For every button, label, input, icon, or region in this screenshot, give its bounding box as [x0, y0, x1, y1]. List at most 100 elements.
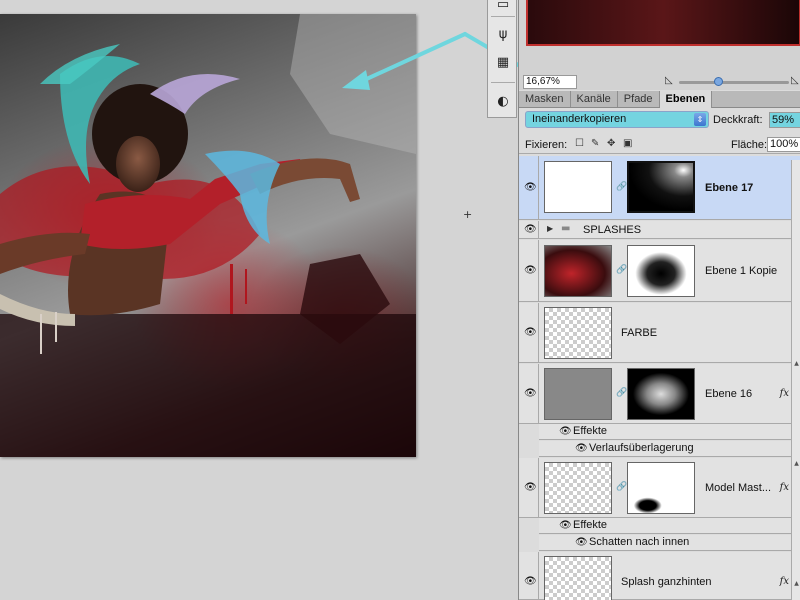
- tab-masken[interactable]: Masken: [519, 91, 571, 107]
- blend-mode-value: Ineinanderkopieren: [532, 113, 627, 125]
- eye-icon[interactable]: 👁: [524, 576, 537, 587]
- layer-group-splashes[interactable]: 👁 ▶ ▬ SPLASHES: [519, 221, 800, 239]
- eye-icon[interactable]: 👁: [575, 443, 588, 454]
- layer-thumbnail[interactable]: [544, 556, 612, 600]
- fill-input[interactable]: 100%: [767, 137, 800, 152]
- eye-icon[interactable]: 👁: [559, 426, 572, 437]
- eye-icon[interactable]: 👁: [524, 182, 537, 193]
- layer-mask-thumbnail[interactable]: [627, 462, 695, 514]
- chain-link-icon[interactable]: 🔗: [616, 482, 627, 492]
- eye-column: 👁: [519, 303, 539, 362]
- layers-scrollbar[interactable]: ▲ ▲ ▲: [791, 160, 800, 600]
- grid-table-icon[interactable]: ▦: [493, 52, 513, 72]
- effects-label: Effekte: [573, 519, 608, 531]
- crosshair-cursor-icon: +: [463, 208, 473, 221]
- opacity-input[interactable]: 59%: [769, 112, 800, 128]
- chain-link-icon[interactable]: 🔗: [616, 388, 627, 398]
- effects-label: Effekte: [573, 425, 608, 437]
- zoom-slider-track[interactable]: [679, 77, 789, 86]
- usb-icon[interactable]: ψ: [493, 24, 513, 44]
- layer-thumbnail[interactable]: [544, 161, 612, 213]
- lock-all-icon[interactable]: ▣: [623, 138, 632, 149]
- layer-name: FARBE: [621, 327, 658, 339]
- layer-name: Splash ganzhinten: [621, 576, 712, 588]
- eye-icon[interactable]: 👁: [524, 388, 537, 399]
- layer-name: Ebene 1 Kopie: [705, 265, 778, 277]
- layer-name: Ebene 17: [705, 182, 754, 194]
- layer-thumbnail[interactable]: [544, 307, 612, 359]
- eye-icon[interactable]: 👁: [524, 482, 537, 493]
- layer-name: Model Mast...: [705, 482, 772, 494]
- layer-mask-thumbnail[interactable]: [627, 368, 695, 420]
- eye-icon[interactable]: 👁: [524, 224, 537, 235]
- zoom-row: 16,67% ◺ ◺: [519, 74, 800, 90]
- layer-thumbnail[interactable]: [544, 245, 612, 297]
- layers-panel: Masken Kanäle Pfade Ebenen Ineinanderkop…: [518, 90, 800, 600]
- zoom-value-field[interactable]: 16,67%: [523, 75, 577, 89]
- eye-icon[interactable]: 👁: [524, 265, 537, 276]
- eye-column: 👁: [519, 458, 539, 517]
- eye-column: 👁: [519, 221, 539, 238]
- effect-row-schatten-nach-innen[interactable]: 👁 Schatten nach innen: [539, 535, 800, 551]
- effect-row-verlaufsueberlagerung[interactable]: 👁 Verlaufsüberlagerung: [539, 441, 800, 457]
- disclosure-triangle-icon[interactable]: ▶: [547, 224, 553, 233]
- effects-row[interactable]: 👁 Effekte: [539, 518, 800, 534]
- layer-row-ebene-1-kopie[interactable]: 👁 🔗 Ebene 1 Kopie: [519, 240, 800, 302]
- tab-kanaele[interactable]: Kanäle: [571, 91, 618, 107]
- scroll-up-arrow-icon[interactable]: ▲: [792, 360, 800, 367]
- toolbar-divider: [491, 16, 515, 17]
- layer-name: Ebene 16: [705, 388, 753, 400]
- eye-icon[interactable]: 👁: [524, 327, 537, 338]
- layer-row-ebene-17[interactable]: 👁 🔗 Ebene 17: [519, 156, 800, 220]
- blend-row: Ineinanderkopieren ⇕ Deckkraft: 59%: [519, 110, 800, 130]
- eye-column: 👁: [519, 364, 539, 423]
- tab-ebenen[interactable]: Ebenen: [659, 91, 713, 108]
- eye-icon[interactable]: 👁: [559, 520, 572, 531]
- effects-row[interactable]: 👁 Effekte: [539, 424, 800, 440]
- eye-column: 👁: [519, 156, 539, 219]
- adjustment-circle-icon[interactable]: ◐: [493, 91, 513, 111]
- layer-row-splash-ganzhinten[interactable]: 👁 Splash ganzhinten fx: [519, 552, 800, 600]
- layer-row-farbe[interactable]: 👁 FARBE: [519, 303, 800, 363]
- layer-thumbnail[interactable]: [544, 462, 612, 514]
- layer-effects-icon[interactable]: fx: [780, 482, 789, 493]
- eye-column: 👁: [519, 240, 539, 301]
- layer-thumbnail[interactable]: [544, 368, 612, 420]
- eye-column: 👁: [519, 552, 539, 599]
- eye-icon[interactable]: 👁: [575, 537, 588, 548]
- layer-effects-icon[interactable]: fx: [780, 388, 789, 399]
- layer-mask-thumbnail[interactable]: [627, 245, 695, 297]
- tab-pfade[interactable]: Pfade: [618, 91, 660, 107]
- tools-strip: ▭ ψ ▦ ◐: [487, 0, 517, 118]
- chain-link-icon[interactable]: 🔗: [616, 182, 627, 192]
- dropdown-arrows-icon[interactable]: ⇕: [694, 113, 706, 126]
- layer-mask-thumbnail[interactable]: [627, 161, 695, 213]
- navigator-preview[interactable]: [526, 0, 800, 46]
- chain-link-icon[interactable]: 🔗: [616, 265, 627, 275]
- layer-row-ebene-16[interactable]: 👁 🔗 Ebene 16 fx: [519, 364, 800, 424]
- lock-transparency-icon[interactable]: ☐: [575, 138, 584, 149]
- effect-label: Schatten nach innen: [589, 536, 690, 548]
- lock-move-icon[interactable]: ✥: [607, 138, 615, 149]
- histogram-icon[interactable]: ▭: [493, 0, 513, 14]
- blend-mode-select[interactable]: Ineinanderkopieren ⇕: [525, 111, 709, 128]
- effect-label: Verlaufsüberlagerung: [589, 442, 694, 454]
- layer-row-model-mast[interactable]: 👁 🔗 Model Mast... fx: [519, 458, 800, 518]
- panel-tabs: Masken Kanäle Pfade Ebenen: [519, 91, 800, 108]
- scroll-up-arrow-icon[interactable]: ▲: [792, 460, 800, 467]
- lock-row: Fixieren: ☐ ✎ ✥ ▣ Fläche: 100%: [519, 136, 800, 154]
- scroll-up-arrow-icon[interactable]: ▲: [792, 580, 800, 587]
- zoom-slider-knob[interactable]: [714, 77, 724, 86]
- folder-icon: ▬: [561, 223, 571, 234]
- zoom-out-icon[interactable]: ◺: [665, 75, 673, 86]
- lock-brush-icon[interactable]: ✎: [591, 138, 599, 149]
- toolbar-divider: [491, 82, 515, 83]
- opacity-label: Deckkraft:: [713, 114, 763, 126]
- zoom-in-icon[interactable]: ◺: [791, 75, 799, 86]
- navigator-panel: 16,67% ◺ ◺: [518, 0, 800, 90]
- layer-effects-icon[interactable]: fx: [780, 576, 789, 587]
- fill-label: Fläche:: [731, 139, 768, 151]
- canvas-artwork: [0, 14, 416, 457]
- document-canvas[interactable]: [0, 14, 416, 457]
- layer-name: SPLASHES: [583, 224, 642, 236]
